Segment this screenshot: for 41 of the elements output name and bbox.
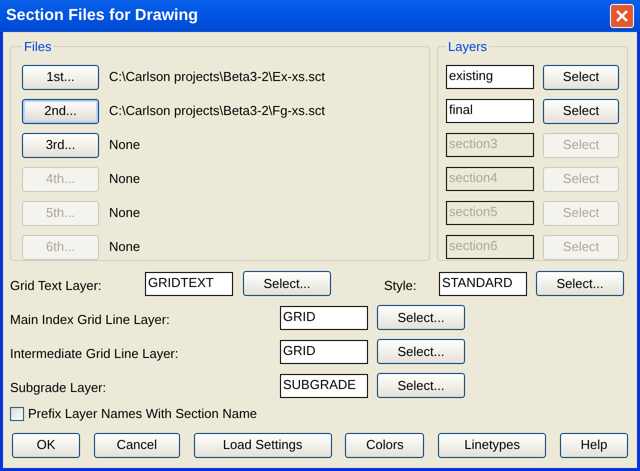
file-path: None (109, 238, 140, 256)
field-label: Main Index Grid Line Layer: (10, 310, 171, 329)
file-path: C:\Carlson projects\Beta3-2\Ex-xs.sct (109, 68, 326, 86)
select-button[interactable]: Select (543, 98, 619, 124)
text-field[interactable]: final (446, 99, 534, 123)
select-button[interactable]: Select... (377, 305, 465, 330)
file-path: None (109, 204, 140, 222)
text-field[interactable]: GRID (280, 340, 368, 364)
checkbox[interactable] (10, 406, 24, 421)
select-button[interactable]: Select... (377, 373, 465, 398)
select-button[interactable]: Select... (243, 271, 331, 296)
field-label: Intermediate Grid Line Layer: (10, 344, 180, 363)
dialog-button[interactable]: OK (12, 432, 80, 458)
field-label: Grid Text Layer: (10, 276, 103, 295)
select-button[interactable]: 1st... (22, 64, 99, 90)
text-field[interactable]: existing (446, 65, 534, 89)
file-path: None (109, 136, 140, 154)
select-button[interactable]: 2nd... (22, 98, 99, 124)
file-path: None (109, 170, 140, 188)
select-button[interactable]: Select (543, 64, 619, 90)
text-field[interactable]: SUBGRADE (280, 374, 368, 398)
field-label: Style: (384, 276, 418, 295)
select-button[interactable]: Select... (377, 339, 465, 364)
dialog-button[interactable]: Linetypes (438, 432, 546, 458)
text-field[interactable]: GRIDTEXT (145, 272, 233, 296)
group-title: Files (23, 38, 52, 56)
text-field[interactable]: GRID (280, 306, 368, 330)
close-button[interactable] (610, 4, 634, 28)
dialog-button[interactable]: Colors (345, 432, 424, 458)
checkbox-label: Prefix Layer Names With Section Name (28, 405, 258, 423)
group-title: Layers (447, 38, 488, 56)
close-icon (615, 9, 629, 23)
dialog-button[interactable]: Help (560, 432, 628, 458)
dialog-button[interactable]: Cancel (94, 432, 180, 458)
file-path: C:\Carlson projects\Beta3-2\Fg-xs.sct (109, 102, 326, 120)
field-label: Subgrade Layer: (10, 378, 108, 397)
window-title: Section Files for Drawing (6, 6, 198, 26)
select-button[interactable]: Select... (536, 271, 624, 296)
text-field[interactable]: STANDARD (439, 272, 527, 296)
dialog-button[interactable]: Load Settings (194, 432, 332, 458)
select-button[interactable]: 3rd... (22, 132, 99, 158)
